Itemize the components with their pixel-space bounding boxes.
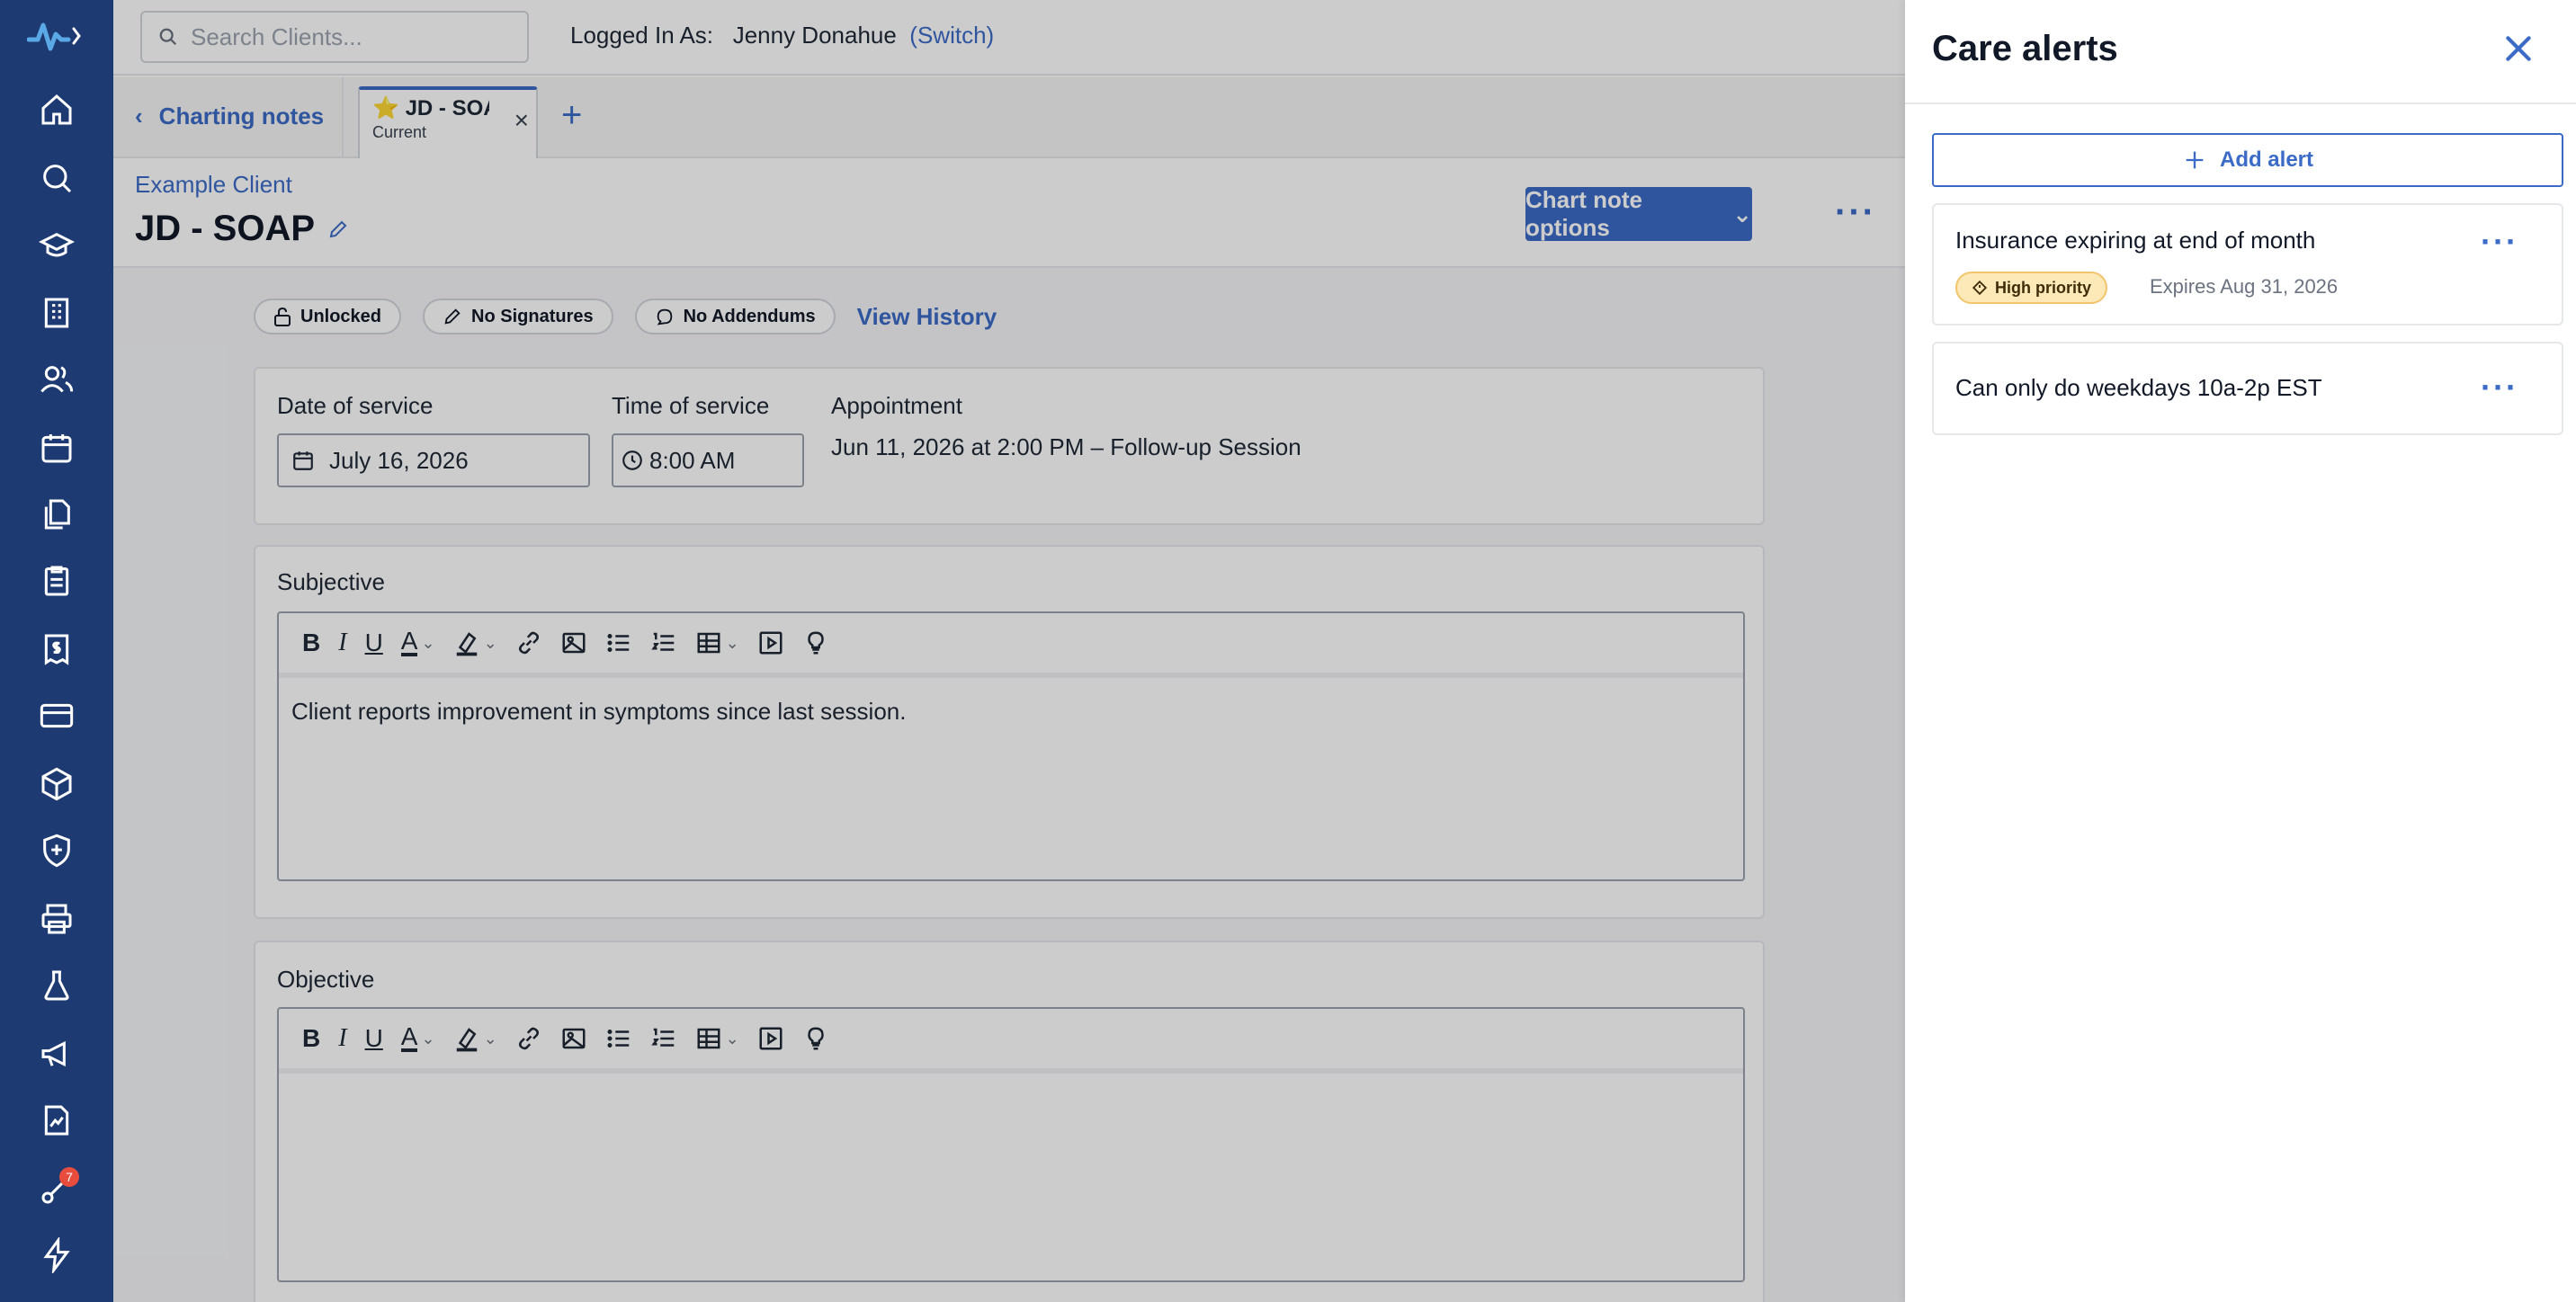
main-area: Search Clients... Logged In As: Jenny Do… xyxy=(113,0,2018,1302)
nav-referrals-icon[interactable] xyxy=(0,1162,113,1216)
priority-diamond-icon xyxy=(1972,280,1988,296)
nav-calendar-icon[interactable] xyxy=(0,421,113,475)
priority-badge: High priority xyxy=(1955,272,2107,304)
nav-reports-icon[interactable] xyxy=(0,1093,113,1147)
nav-lab-icon[interactable] xyxy=(0,959,113,1012)
alert-expiry: Expires Aug 31, 2026 xyxy=(2150,275,2339,298)
nav-clipboard-icon[interactable] xyxy=(0,554,113,608)
priority-label: High priority xyxy=(1995,278,2091,297)
modal-backdrop[interactable] xyxy=(113,0,2018,1302)
alert-item: Insurance expiring at end of month ··· H… xyxy=(1932,203,2563,326)
alert-text: Can only do weekdays 10a-2p EST xyxy=(1955,374,2322,401)
nav-clients-icon[interactable] xyxy=(0,352,113,406)
alert-item: Can only do weekdays 10a-2p EST ··· xyxy=(1932,342,2563,435)
nav-package-icon[interactable] xyxy=(0,757,113,811)
app-logo[interactable] xyxy=(27,16,81,56)
nav-chat-icon[interactable] xyxy=(0,151,113,205)
nav-rail: 7 xyxy=(0,0,113,1302)
nav-payments-icon[interactable] xyxy=(0,689,113,743)
care-alerts-panel: Care alerts Add alert Insurance expiring… xyxy=(1905,0,2576,1302)
alert-more-icon[interactable]: ··· xyxy=(2481,223,2518,261)
nav-billing-icon[interactable] xyxy=(0,622,113,676)
notification-badge: 7 xyxy=(59,1167,79,1187)
nav-print-icon[interactable] xyxy=(0,892,113,946)
plus-icon xyxy=(2186,151,2204,169)
add-alert-button[interactable]: Add alert xyxy=(1932,133,2563,187)
nav-home-icon[interactable] xyxy=(0,83,113,137)
alert-text: Insurance expiring at end of month xyxy=(1955,227,2316,254)
panel-title: Care alerts xyxy=(1932,29,2118,68)
logo-icon xyxy=(27,22,81,51)
panel-header: Care alerts xyxy=(1905,0,2576,104)
add-alert-label: Add alert xyxy=(2219,147,2313,172)
nav-marketing-icon[interactable] xyxy=(0,1027,113,1081)
nav-automation-icon[interactable] xyxy=(0,1228,113,1282)
nav-education-icon[interactable] xyxy=(0,219,113,273)
nav-building-icon[interactable] xyxy=(0,286,113,340)
alert-more-icon[interactable]: ··· xyxy=(2481,369,2518,406)
nav-documents-icon[interactable] xyxy=(0,487,113,541)
close-icon[interactable] xyxy=(2500,31,2536,67)
nav-insurance-icon[interactable] xyxy=(0,824,113,878)
